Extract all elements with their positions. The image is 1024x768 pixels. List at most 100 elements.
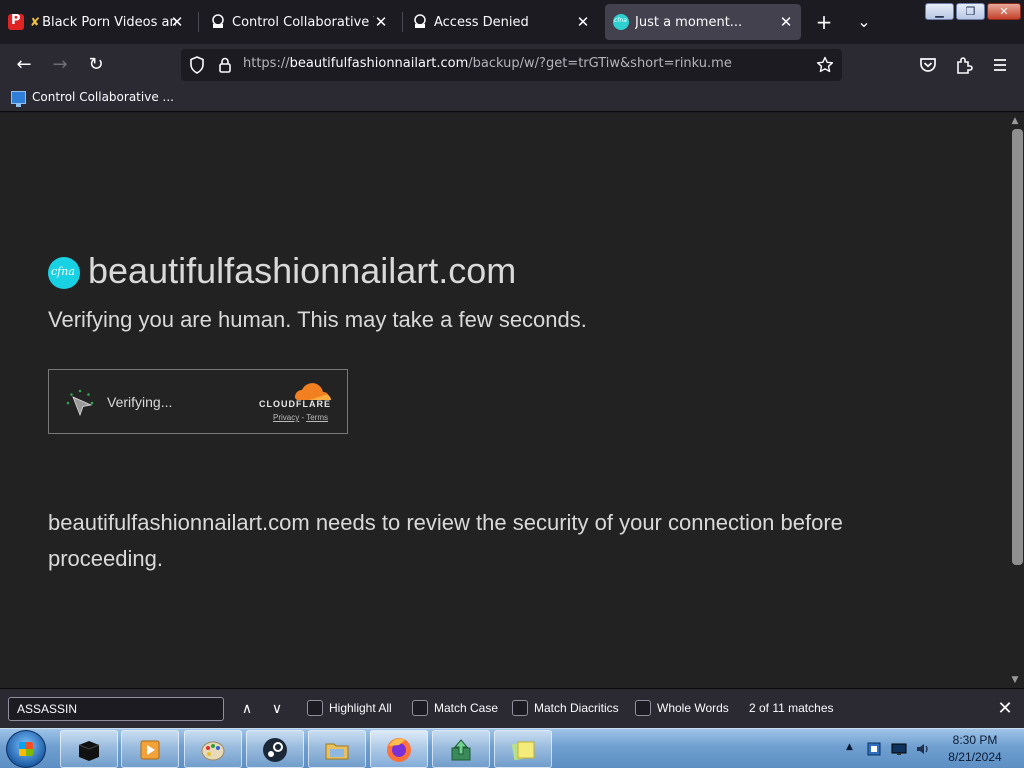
scroll-up-arrow-icon[interactable]: ▲ — [1006, 113, 1024, 129]
find-input[interactable]: ASSASSIN — [8, 697, 224, 721]
folder-icon — [325, 743, 349, 760]
tab-title: Just a moment... — [635, 14, 743, 30]
black-box-icon — [78, 741, 100, 761]
maximize-icon: ❐ — [965, 5, 976, 18]
match-diacritics-checkbox[interactable]: Match Diacritics — [512, 700, 619, 716]
pocket-save-icon[interactable] — [916, 53, 940, 77]
taskbar-app-uploader[interactable] — [432, 730, 490, 768]
sticky-notes-icon — [511, 741, 535, 761]
match-case-checkbox[interactable]: Match Case — [412, 700, 498, 716]
show-hidden-icons-button[interactable]: ▲ — [846, 742, 853, 752]
checkbox-box[interactable] — [307, 700, 323, 716]
bookmark-star-icon[interactable] — [815, 55, 835, 75]
tab-separator — [198, 12, 199, 32]
screen: ✘ Black Porn Videos and H ✕ Control Coll… — [0, 0, 1024, 768]
checkbox-box[interactable] — [412, 700, 428, 716]
close-tab-icon[interactable]: ✕ — [574, 13, 592, 31]
extensions-puzzle-icon[interactable] — [952, 53, 976, 77]
verification-subtitle: Verifying you are human. This may take a… — [48, 307, 587, 332]
monitor-icon — [11, 90, 26, 107]
tracking-protection-shield-icon[interactable] — [187, 55, 207, 75]
back-button[interactable]: ← — [12, 53, 36, 77]
windows-taskbar: ▲ 8:30 PM 8/21/2024 — [0, 728, 1024, 768]
site-favicon-icon — [613, 14, 629, 30]
cloudflare-wordmark: CLOUDFLARE — [259, 399, 331, 409]
favicon-icon: ✘ — [30, 15, 41, 29]
site-logo-text: cfna — [51, 265, 75, 278]
checkbox-box[interactable] — [512, 700, 528, 716]
find-match-count: 2 of 11 matches — [749, 701, 834, 715]
taskbar-app-explorer[interactable] — [308, 730, 366, 768]
taskbar-app-media-player[interactable] — [121, 730, 179, 768]
tab-title: Access Denied — [434, 14, 529, 30]
new-tab-button[interactable]: + — [812, 10, 836, 34]
scrollbar-thumb[interactable] — [1012, 129, 1023, 565]
close-tab-icon[interactable]: ✕ — [777, 13, 795, 31]
lock-icon[interactable] — [215, 55, 235, 75]
find-previous-button[interactable]: ∧ — [236, 697, 258, 721]
taskbar-app-firefox[interactable] — [370, 730, 428, 768]
hamburger-menu-icon[interactable] — [988, 53, 1012, 77]
start-button[interactable] — [6, 730, 46, 768]
vertical-scrollbar[interactable]: ▲ ▼ — [1006, 113, 1024, 688]
url-text[interactable]: https://beautifulfashionnailart.com/back… — [243, 56, 732, 71]
scroll-down-arrow-icon[interactable]: ▼ — [1006, 672, 1024, 688]
tab-separator — [402, 12, 403, 32]
url-host: beautifulfashionnailart.com — [289, 56, 469, 71]
tab-3[interactable]: Access Denied ✕ — [412, 4, 598, 40]
navigation-toolbar: ← → ↻ https://beautifulfashionnailart.co… — [0, 44, 1024, 86]
list-all-tabs-button[interactable]: ⌄ — [852, 10, 876, 34]
taskbar-app-sticky-notes[interactable] — [494, 730, 552, 768]
tab-2[interactable]: Control Collaborative Virtu ✕ — [210, 4, 396, 40]
tab-title: Black Porn Videos and H — [42, 14, 177, 30]
remote-desktop-icon — [414, 14, 426, 28]
tab-4-active[interactable]: Just a moment... ✕ — [605, 4, 801, 40]
upload-arrow-icon — [451, 739, 471, 761]
url-scheme: https:// — [243, 56, 290, 71]
taskbar-app-terminal[interactable] — [60, 730, 118, 768]
close-icon: ✕ — [999, 5, 1009, 18]
bookmark-label: Control Collaborative ... — [32, 90, 174, 104]
close-tab-icon[interactable]: ✕ — [168, 13, 186, 31]
taskbar-app-steam[interactable] — [246, 730, 304, 768]
whole-words-checkbox[interactable]: Whole Words — [635, 700, 729, 716]
url-bar[interactable]: https://beautifulfashionnailart.com/back… — [181, 49, 842, 81]
cloudflare-challenge-widget[interactable]: Verifying... CLOUDFLARE Privacy - Terms — [48, 369, 348, 434]
checkbox-label: Match Diacritics — [534, 701, 619, 715]
minimize-icon: ▁ — [935, 5, 944, 18]
bookmarks-toolbar: Control Collaborative ... — [0, 86, 1024, 112]
tab-title: Control Collaborative Virtu — [232, 14, 374, 30]
forward-button[interactable]: → — [48, 53, 72, 77]
clock-date: 8/21/2024 — [948, 750, 1002, 764]
network-monitor-icon[interactable] — [891, 741, 907, 757]
find-bar: ASSASSIN ∧ ∨ Highlight All Match Case Ma… — [0, 688, 1024, 728]
paint-palette-icon — [201, 741, 225, 761]
checkbox-label: Highlight All — [329, 701, 392, 715]
tab-strip: ✘ Black Porn Videos and H ✕ Control Coll… — [0, 0, 1024, 44]
site-name-heading: beautifulfashionnailart.com — [88, 250, 517, 291]
bookmark-item[interactable]: Control Collaborative ... — [11, 90, 174, 107]
system-clock[interactable]: 8:30 PM 8/21/2024 — [940, 732, 1010, 766]
tray-app-icon[interactable] — [866, 741, 882, 757]
close-window-button[interactable]: ✕ — [987, 3, 1021, 20]
minimize-button[interactable]: ▁ — [925, 3, 954, 20]
firefox-icon — [387, 738, 411, 762]
highlight-all-checkbox[interactable]: Highlight All — [307, 700, 392, 716]
close-tab-icon[interactable]: ✕ — [372, 13, 390, 31]
taskbar-app-paint[interactable] — [184, 730, 242, 768]
site-logo-icon: cfna — [48, 257, 80, 289]
maximize-button[interactable]: ❐ — [956, 3, 985, 20]
privacy-link[interactable]: Privacy — [273, 413, 299, 422]
checkbox-box[interactable] — [635, 700, 651, 716]
terms-link[interactable]: Terms — [306, 413, 328, 422]
tab-1[interactable]: ✘ Black Porn Videos and H ✕ — [8, 4, 192, 40]
volume-speaker-icon[interactable] — [915, 741, 931, 757]
security-review-message: beautifulfashionnailart.com needs to rev… — [48, 510, 843, 571]
reload-button[interactable]: ↻ — [84, 53, 108, 77]
media-player-icon — [140, 740, 160, 760]
pocket-icon — [8, 13, 24, 30]
close-find-bar-button[interactable]: ✕ — [994, 697, 1016, 721]
find-next-button[interactable]: ∨ — [266, 697, 288, 721]
cloudflare-links: Privacy - Terms — [273, 413, 328, 422]
verifying-status: Verifying... — [107, 394, 173, 410]
